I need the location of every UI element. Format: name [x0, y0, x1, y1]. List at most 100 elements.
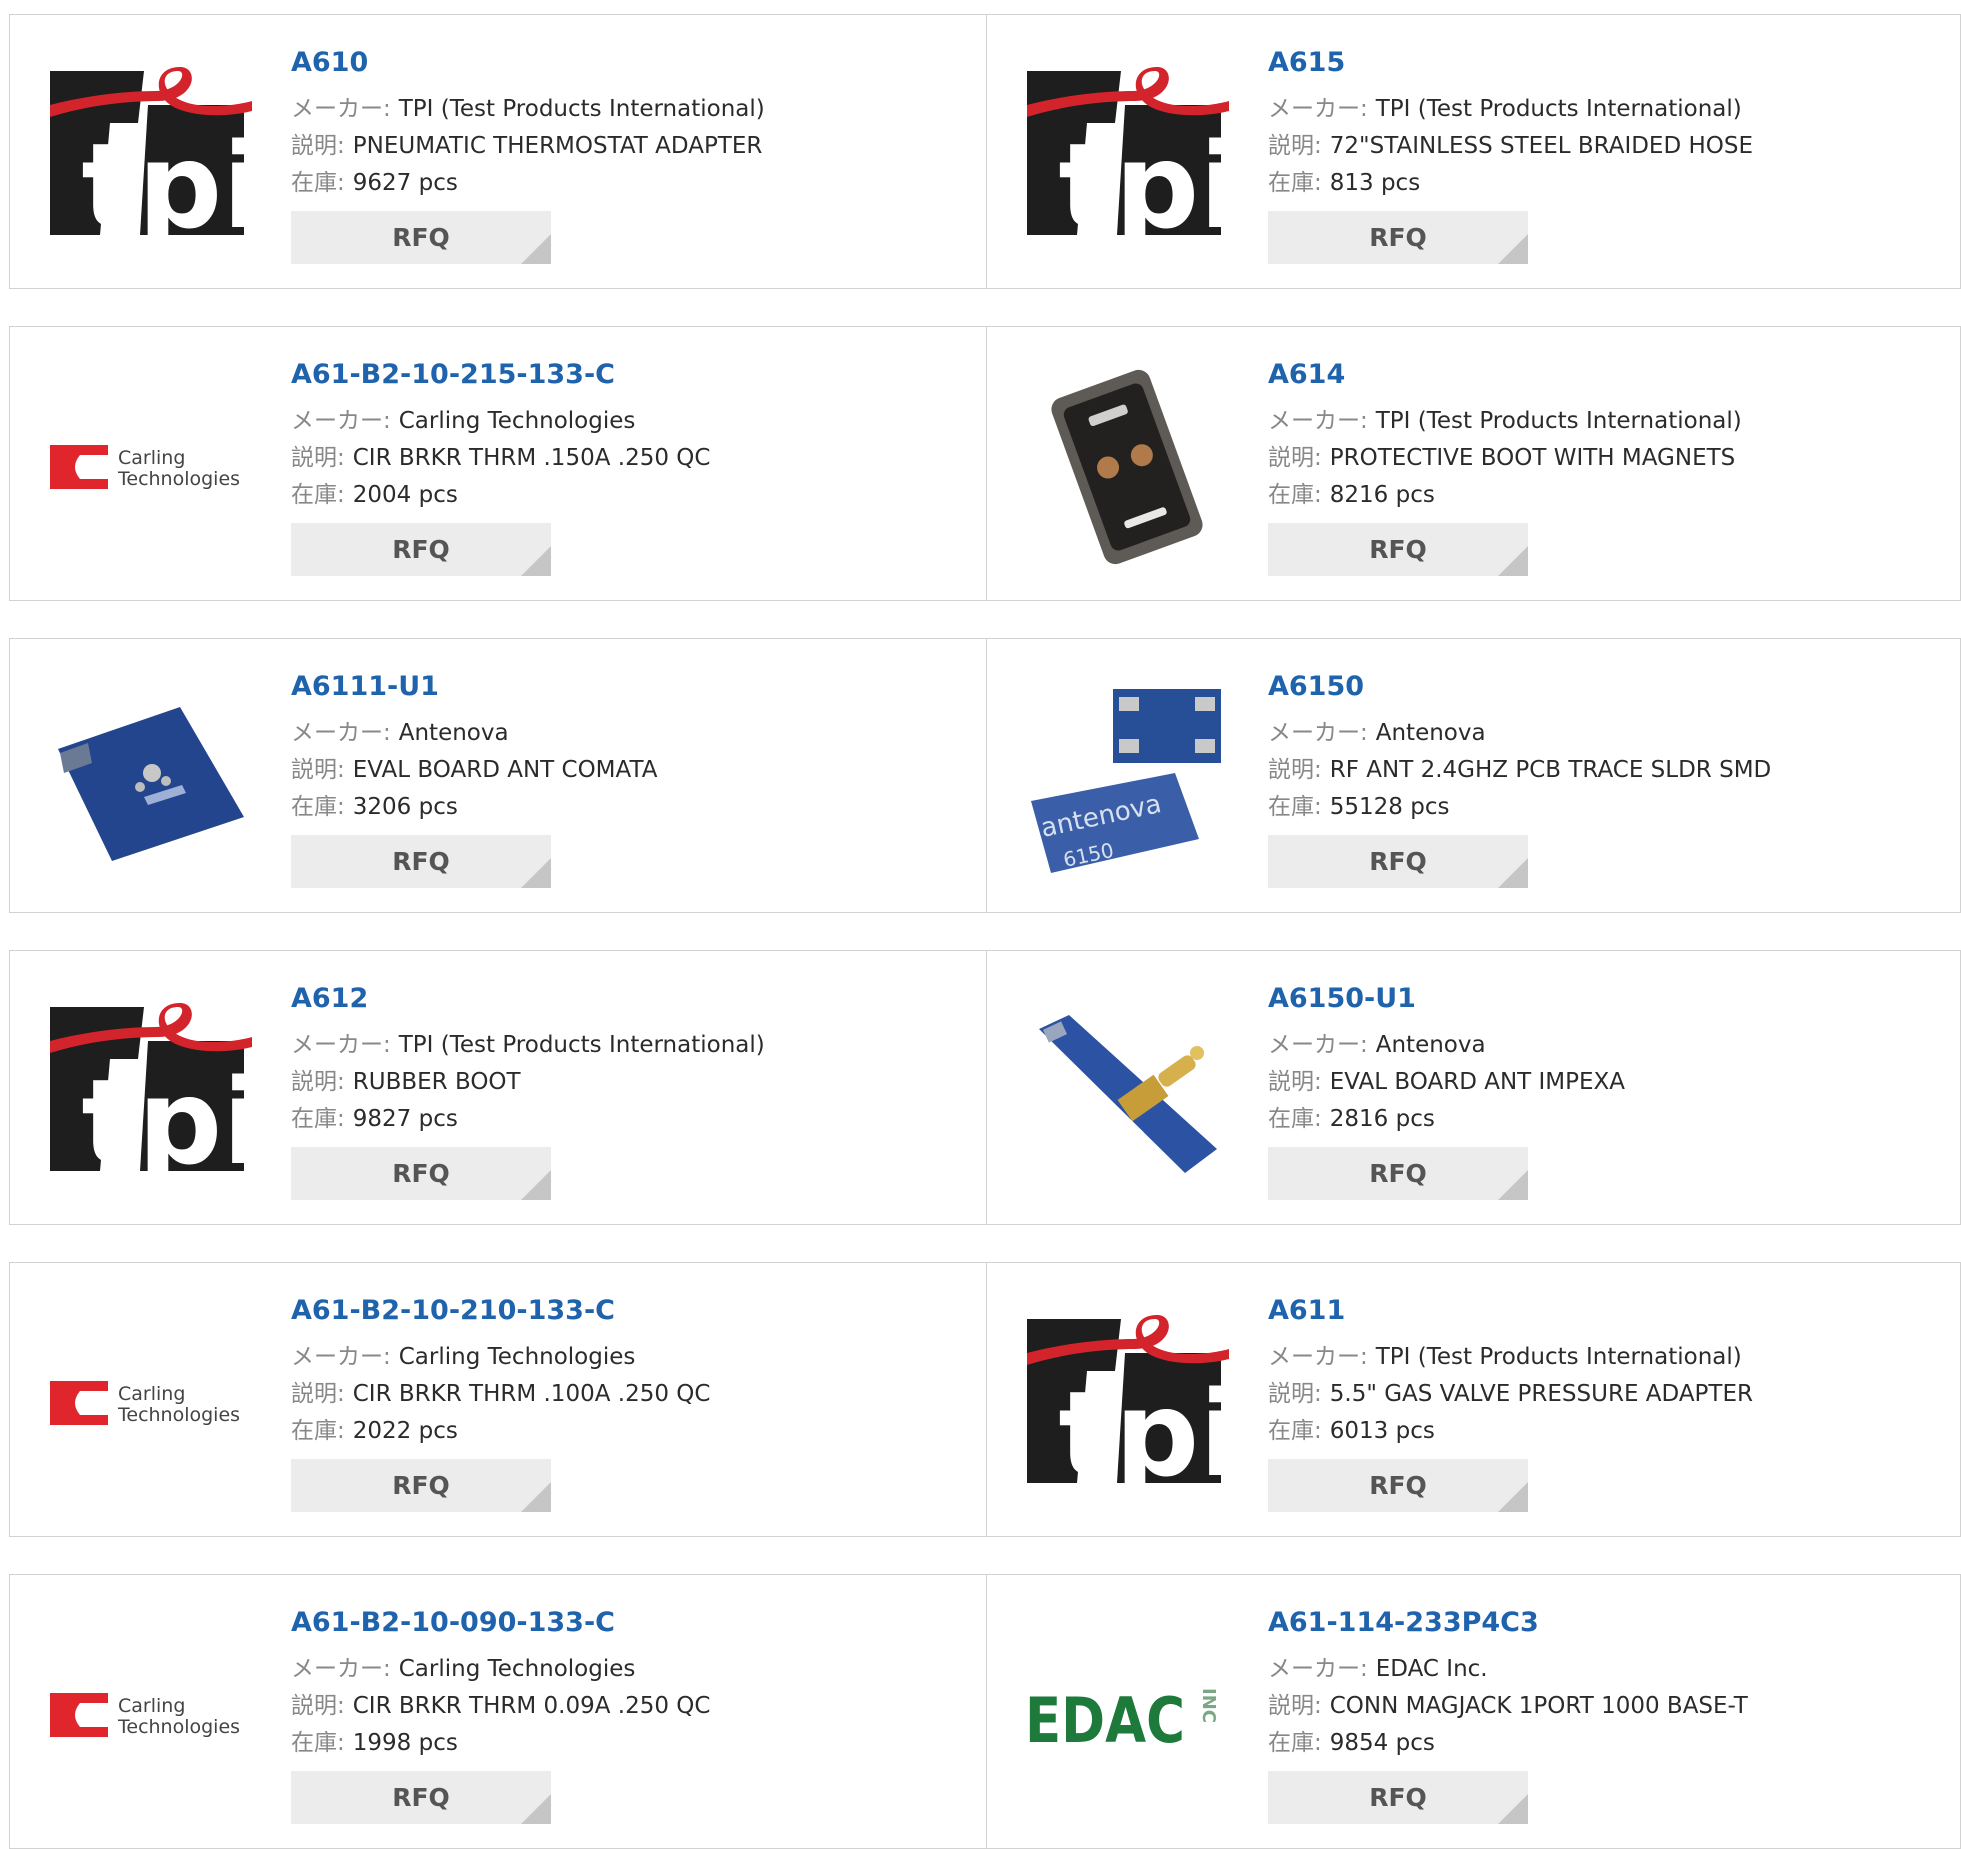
- rfq-button[interactable]: RFQ: [1268, 1459, 1528, 1512]
- rfq-label: RFQ: [1369, 847, 1427, 876]
- product-thumbnail[interactable]: Carling Technologies: [48, 1613, 252, 1817]
- description-row: 説明: CONN MAGJACK 1PORT 1000 BASE-T: [1268, 1688, 1960, 1725]
- part-number-link[interactable]: A61-B2-10-090-133-C: [291, 1605, 986, 1645]
- maker-row: メーカー: TPI (Test Products International): [291, 1027, 986, 1064]
- tpi-logo: tpi: [48, 67, 252, 245]
- part-number-link[interactable]: A61-114-233P4C3: [1268, 1605, 1960, 1645]
- product-thumbnail[interactable]: tpi: [1025, 1301, 1229, 1505]
- rfq-button[interactable]: RFQ: [291, 523, 551, 576]
- product-grid: tpi A610 メーカー: TPI (Test Products Interna…: [9, 14, 1961, 1849]
- stock-value: 9854 pcs: [1329, 1730, 1435, 1756]
- maker-label: メーカー:: [291, 1656, 391, 1682]
- description-label: 説明:: [291, 445, 345, 471]
- maker-value: Antenova: [1375, 720, 1486, 746]
- stock-row: 在庫: 9827 pcs: [291, 1101, 986, 1138]
- product-info: A614 メーカー: TPI (Test Products Internation…: [1268, 357, 1960, 576]
- rfq-label: RFQ: [1369, 1159, 1427, 1188]
- rfq-button[interactable]: RFQ: [291, 1459, 551, 1512]
- product-thumbnail[interactable]: antenova 6150: [1025, 677, 1229, 881]
- rfq-corner-decoration: [1498, 1170, 1528, 1200]
- product-info: A61-B2-10-210-133-C メーカー: Carling Technol…: [291, 1293, 986, 1512]
- tpi-logo-text: tpi: [1058, 117, 1229, 245]
- product-thumbnail[interactable]: tpi: [48, 989, 252, 1193]
- rfq-corner-decoration: [1498, 546, 1528, 576]
- rfq-button[interactable]: RFQ: [1268, 835, 1528, 888]
- product-thumbnail[interactable]: Carling Technologies: [48, 365, 252, 569]
- stock-label: 在庫:: [1268, 1418, 1322, 1444]
- rfq-button[interactable]: RFQ: [1268, 211, 1528, 264]
- product-thumbnail[interactable]: tpi: [48, 53, 252, 257]
- description-row: 説明: 5.5" GAS VALVE PRESSURE ADAPTER: [1268, 1376, 1960, 1413]
- product-thumbnail[interactable]: [1025, 989, 1229, 1193]
- product-card: Carling Technologies A61-B2-10-090-133-C…: [9, 1574, 987, 1849]
- description-label: 説明:: [1268, 757, 1322, 783]
- rfq-button[interactable]: RFQ: [291, 211, 551, 264]
- rfq-button[interactable]: RFQ: [1268, 1147, 1528, 1200]
- antenna-chip-image: antenova 6150: [1031, 689, 1221, 873]
- product-thumbnail[interactable]: EDAC INC: [1025, 1613, 1229, 1817]
- maker-value: TPI (Test Products International): [398, 1032, 765, 1058]
- part-number-link[interactable]: A612: [291, 981, 986, 1021]
- part-number-link[interactable]: A615: [1268, 45, 1960, 85]
- tpi-logo: tpi: [48, 1003, 252, 1181]
- rfq-label: RFQ: [392, 847, 450, 876]
- maker-value: EDAC Inc.: [1375, 1656, 1488, 1682]
- part-number-link[interactable]: A6150-U1: [1268, 981, 1960, 1021]
- maker-row: メーカー: TPI (Test Products International): [1268, 91, 1960, 128]
- product-card: antenova 6150 A6150 メーカー: Antenova 説明: RF …: [987, 638, 1961, 913]
- description-row: 説明: PROTECTIVE BOOT WITH MAGNETS: [1268, 440, 1960, 477]
- rfq-label: RFQ: [1369, 1471, 1427, 1500]
- part-number-link[interactable]: A61-B2-10-210-133-C: [291, 1293, 986, 1333]
- maker-row: メーカー: Antenova: [1268, 715, 1960, 752]
- part-number-link[interactable]: A6150: [1268, 669, 1960, 709]
- maker-value: Antenova: [398, 720, 509, 746]
- maker-row: メーカー: Carling Technologies: [291, 1339, 986, 1376]
- carling-logo: Carling Technologies: [50, 445, 240, 490]
- description-value: RUBBER BOOT: [352, 1069, 521, 1095]
- part-number-link[interactable]: A6111-U1: [291, 669, 986, 709]
- rfq-button[interactable]: RFQ: [291, 1147, 551, 1200]
- description-value: RF ANT 2.4GHZ PCB TRACE SLDR SMD: [1329, 757, 1772, 783]
- part-number-link[interactable]: A614: [1268, 357, 1960, 397]
- stock-label: 在庫:: [291, 1730, 345, 1756]
- stock-label: 在庫:: [1268, 170, 1322, 196]
- description-row: 説明: 72"STAINLESS STEEL BRAIDED HOSE: [1268, 128, 1960, 165]
- maker-row: メーカー: Antenova: [1268, 1027, 1960, 1064]
- description-value: EVAL BOARD ANT IMPEXA: [1329, 1069, 1626, 1095]
- rfq-button[interactable]: RFQ: [291, 1771, 551, 1824]
- maker-label: メーカー:: [1268, 720, 1368, 746]
- product-info: A610 メーカー: TPI (Test Products Internation…: [291, 45, 986, 264]
- carling-logo-line1: Carling: [118, 447, 185, 469]
- carling-logo-line2: Technologies: [117, 1716, 240, 1738]
- stock-label: 在庫:: [291, 1418, 345, 1444]
- rfq-button[interactable]: RFQ: [1268, 523, 1528, 576]
- description-label: 説明:: [1268, 133, 1322, 159]
- part-number-link[interactable]: A61-B2-10-215-133-C: [291, 357, 986, 397]
- part-number-link[interactable]: A610: [291, 45, 986, 85]
- stock-value: 6013 pcs: [1329, 1418, 1435, 1444]
- rfq-button[interactable]: RFQ: [291, 835, 551, 888]
- rfq-button[interactable]: RFQ: [1268, 1771, 1528, 1824]
- product-thumbnail[interactable]: [1025, 365, 1229, 569]
- stock-label: 在庫:: [1268, 1730, 1322, 1756]
- product-thumbnail[interactable]: Carling Technologies: [48, 1301, 252, 1505]
- maker-label: メーカー:: [291, 408, 391, 434]
- stock-row: 在庫: 2004 pcs: [291, 477, 986, 514]
- maker-value: Carling Technologies: [398, 408, 636, 434]
- stock-value: 55128 pcs: [1329, 794, 1450, 820]
- stock-value: 1998 pcs: [352, 1730, 458, 1756]
- stock-row: 在庫: 2022 pcs: [291, 1413, 986, 1450]
- part-number-link[interactable]: A611: [1268, 1293, 1960, 1333]
- carling-logo: Carling Technologies: [50, 1381, 240, 1426]
- rfq-corner-decoration: [521, 858, 551, 888]
- product-card: tpi A610 メーカー: TPI (Test Products Interna…: [9, 14, 987, 289]
- stock-label: 在庫:: [291, 1106, 345, 1132]
- rfq-corner-decoration: [521, 234, 551, 264]
- product-thumbnail[interactable]: tpi: [1025, 53, 1229, 257]
- rfq-corner-decoration: [1498, 858, 1528, 888]
- rfq-corner-decoration: [521, 1482, 551, 1512]
- rfq-label: RFQ: [1369, 223, 1427, 252]
- tpi-logo: tpi: [1025, 1315, 1229, 1493]
- product-thumbnail[interactable]: [48, 677, 252, 881]
- description-row: 説明: CIR BRKR THRM 0.09A .250 QC: [291, 1688, 986, 1725]
